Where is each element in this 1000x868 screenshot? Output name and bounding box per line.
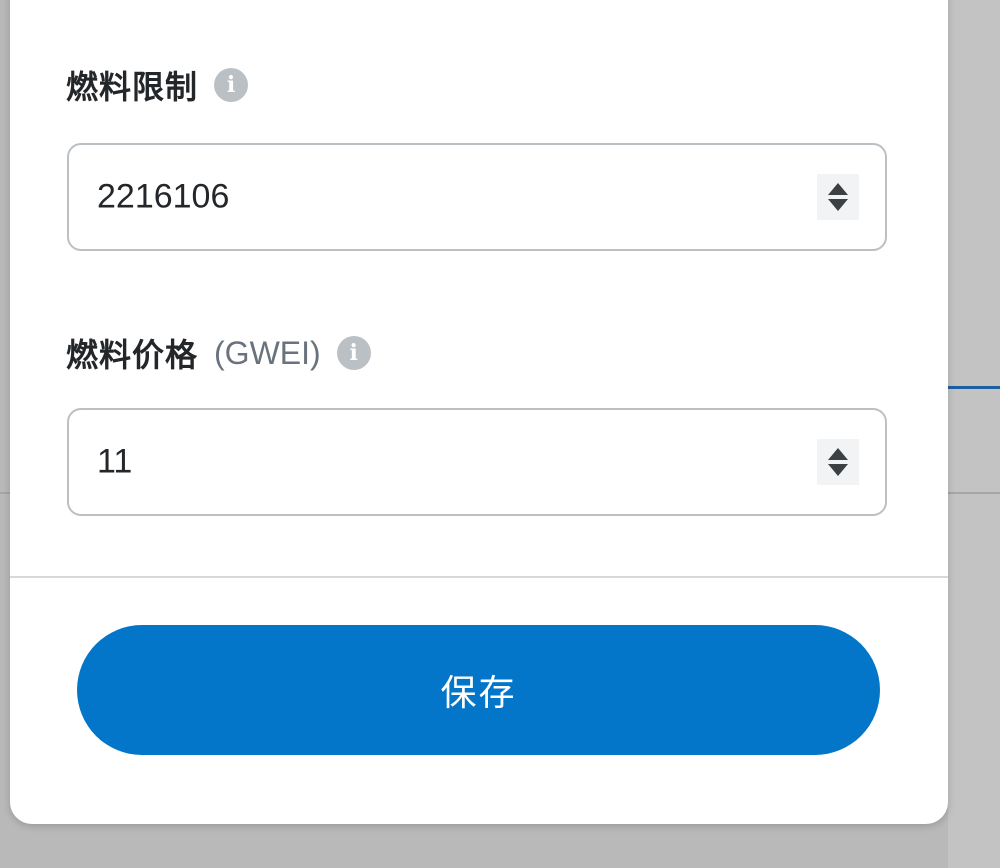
stepper-up-icon[interactable]: [828, 448, 848, 460]
gas-price-stepper[interactable]: [817, 439, 859, 485]
gas-limit-stepper[interactable]: [817, 174, 859, 220]
gas-price-input[interactable]: 11: [67, 408, 887, 516]
gas-price-label: 燃料价格: [66, 336, 199, 374]
gas-limit-input[interactable]: 2216106: [67, 143, 887, 251]
background-page: [948, 0, 1000, 868]
gas-limit-label-row: 燃料限制 i: [66, 62, 249, 108]
stepper-down-icon[interactable]: [828, 464, 848, 476]
gas-limit-value[interactable]: 2216106: [97, 178, 229, 217]
stepper-up-icon[interactable]: [828, 183, 848, 195]
info-icon[interactable]: i: [214, 68, 249, 102]
info-icon[interactable]: i: [336, 336, 371, 370]
background-divider: [948, 492, 1000, 494]
background-accent-line: [948, 386, 1000, 389]
background-divider-left: [0, 492, 10, 494]
save-button[interactable]: 保存: [77, 625, 880, 755]
gas-price-unit: (GWEI): [214, 334, 321, 371]
customize-gas-modal: 燃料限制 i 2216106 燃料价格 (GWEI) i 11 保存: [10, 0, 948, 824]
gas-price-value[interactable]: 11: [97, 443, 132, 482]
gas-price-label-row: 燃料价格 (GWEI) i: [66, 330, 371, 376]
stepper-down-icon[interactable]: [828, 199, 848, 211]
gas-limit-label: 燃料限制: [66, 68, 199, 106]
footer-divider: [10, 576, 948, 578]
